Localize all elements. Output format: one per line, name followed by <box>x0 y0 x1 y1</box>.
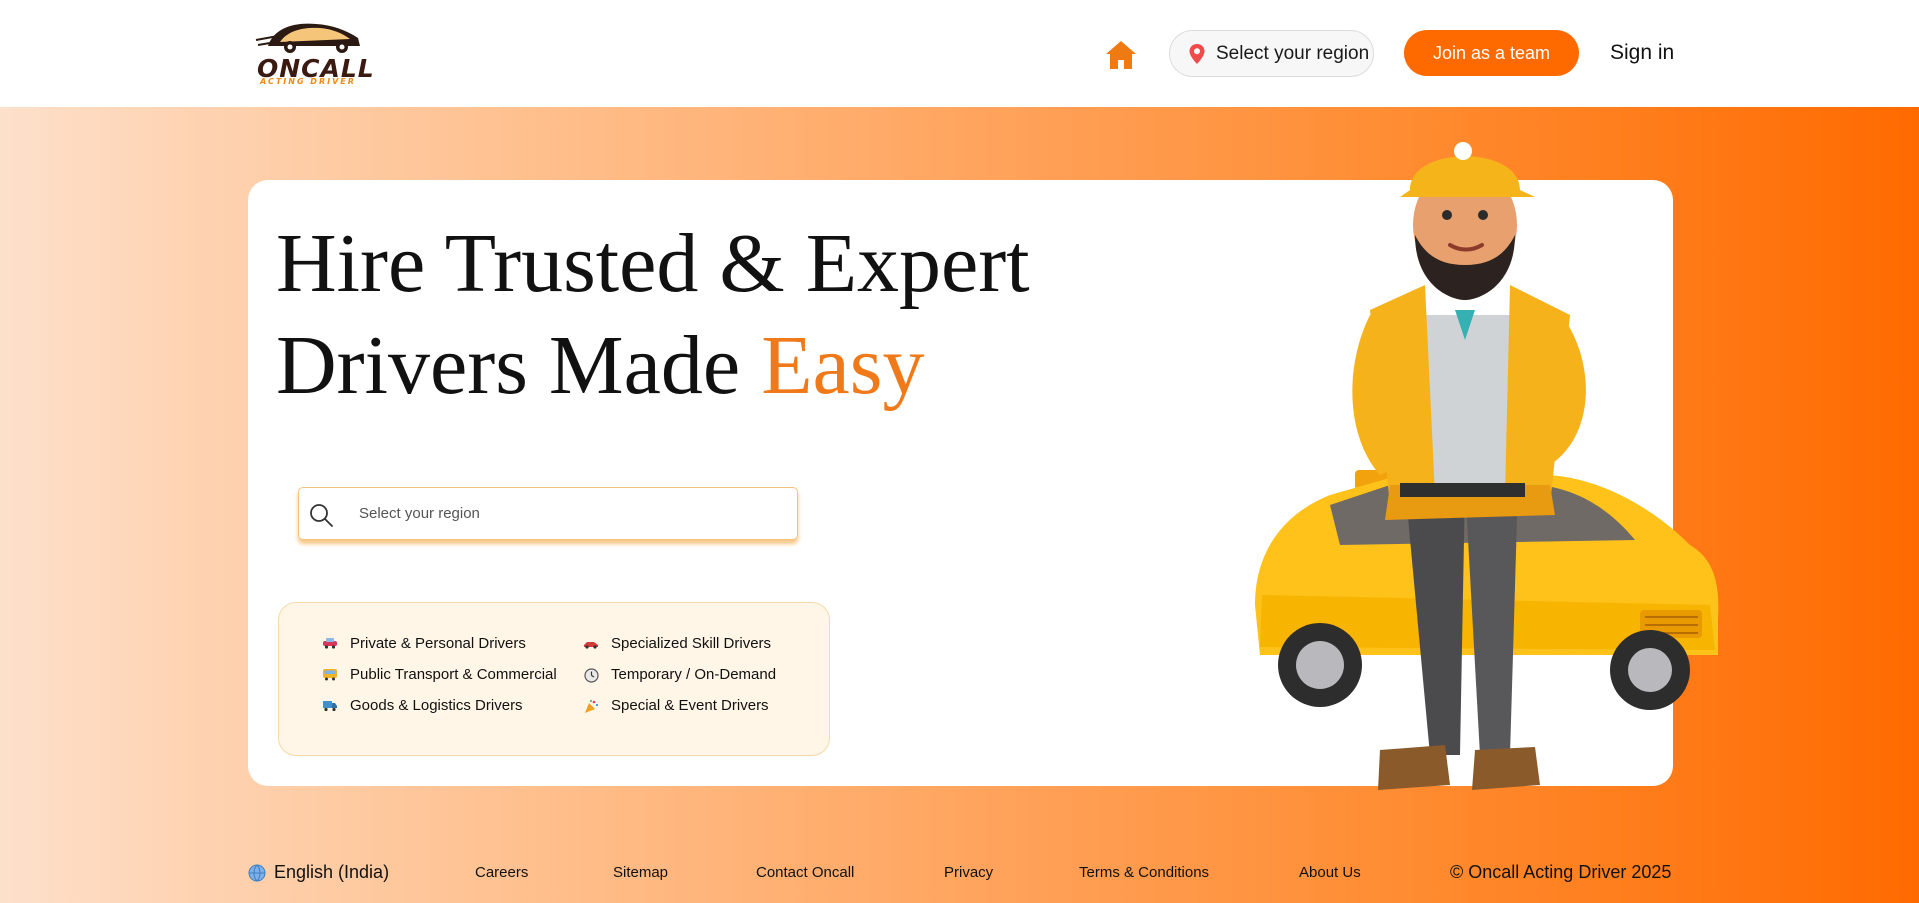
region-selector[interactable]: Select your region <box>1169 30 1374 77</box>
home-button[interactable] <box>1104 38 1138 72</box>
category-label: Temporary / On-Demand <box>611 666 777 683</box>
logo-car-icon <box>255 23 360 53</box>
bus-icon <box>322 668 338 682</box>
region-search-input[interactable]: Select your region <box>298 487 798 540</box>
globe-icon <box>248 864 266 881</box>
logo-tagline: ACTING DRIVER <box>260 77 356 86</box>
category-temporary-on-demand[interactable]: Temporary / On-Demand <box>583 666 776 683</box>
location-pin-icon <box>1189 43 1205 64</box>
headline-line-2: Drivers Made Easy <box>276 315 1030 417</box>
truck-icon <box>322 699 338 713</box>
language-label: English (India) <box>274 862 390 882</box>
clock-icon <box>583 667 599 683</box>
category-label: Specialized Skill Drivers <box>611 635 772 652</box>
category-label: Public Transport & Commercial <box>350 666 557 683</box>
category-label: Special & Event Drivers <box>611 697 769 714</box>
search-placeholder: Select your region <box>359 505 480 522</box>
oncall-logo[interactable]: ONCALL ACTING DRIVER <box>254 16 374 88</box>
footer-link-terms[interactable]: Terms & Conditions <box>1079 864 1209 881</box>
category-private-personal[interactable]: Private & Personal Drivers <box>322 635 526 652</box>
region-selector-label: Select your region <box>1216 42 1370 64</box>
footer-link-contact[interactable]: Contact Oncall <box>756 864 854 881</box>
site-header: ONCALL ACTING DRIVER Select your region … <box>0 0 1919 107</box>
category-label: Private & Personal Drivers <box>350 635 526 652</box>
category-public-transport[interactable]: Public Transport & Commercial <box>322 666 557 683</box>
footer-link-careers[interactable]: Careers <box>475 864 528 881</box>
race-car-icon <box>583 637 599 651</box>
home-icon <box>1106 41 1136 69</box>
headline-line-1: Hire Trusted & Expert <box>276 217 1030 310</box>
category-label: Goods & Logistics Drivers <box>350 697 523 714</box>
party-popper-icon <box>583 699 599 713</box>
footer-link-privacy[interactable]: Privacy <box>944 864 993 881</box>
driver-with-taxi-illustration <box>1255 142 1719 790</box>
copyright-text: © Oncall Acting Driver 2025 <box>1450 862 1672 882</box>
headline-line-2-plain: Drivers Made <box>276 319 762 412</box>
footer-link-sitemap[interactable]: Sitemap <box>613 864 668 881</box>
footer-link-about[interactable]: About Us <box>1299 864 1361 881</box>
hero-headline: Hire Trusted & Expert Drivers Made Easy <box>276 213 1030 417</box>
category-specialized-skill[interactable]: Specialized Skill Drivers <box>583 635 771 652</box>
join-as-team-button[interactable]: Join as a team <box>1404 30 1579 76</box>
language-selector[interactable]: English (India) <box>248 862 389 883</box>
car-icon <box>322 637 338 651</box>
category-special-event[interactable]: Special & Event Drivers <box>583 697 769 714</box>
driver-character <box>1352 142 1586 790</box>
headline-accent-word: Easy <box>761 319 925 412</box>
category-goods-logistics[interactable]: Goods & Logistics Drivers <box>322 697 523 714</box>
search-icon <box>310 504 333 527</box>
sign-in-link[interactable]: Sign in <box>1610 41 1674 65</box>
